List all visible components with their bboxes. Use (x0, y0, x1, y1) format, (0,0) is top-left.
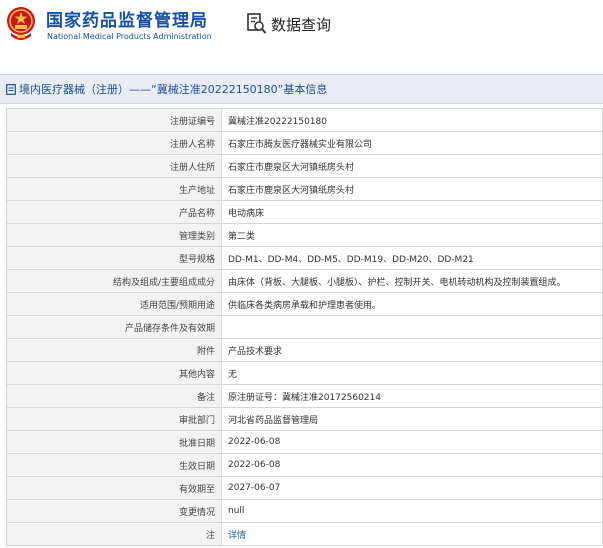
field-label: 有效期至 (6, 476, 222, 500)
field-value: 石家庄市腾友医疗器械实业有限公司 (221, 131, 603, 155)
national-emblem-icon (7, 7, 35, 40)
table-row: 批准日期 2022-06-08 (6, 430, 603, 454)
field-value: 无 (221, 361, 603, 385)
field-value: 详情 (221, 522, 603, 546)
table-row: 其他内容 无 (6, 361, 603, 385)
table-row: 备注 原注册证号：冀械注准20172560214 (6, 384, 603, 408)
field-label: 注册证编号 (6, 108, 222, 132)
field-value: 河北省药品监督管理局 (221, 407, 603, 431)
page-title: 境内医疗器械（注册）——“冀械注准20222150180”基本信息 (19, 83, 328, 96)
field-label: 注 (6, 522, 222, 546)
field-value: 石家庄市鹿泉区大河镇纸房头村 (221, 154, 603, 178)
field-label: 产品储存条件及有效期 (6, 315, 222, 339)
record-title-bar: 境内医疗器械（注册）——“冀械注准20222150180”基本信息 (0, 74, 603, 104)
field-value: DD-M1、DD-M4、DD-M5、DD-M19、DD-M20、DD-M21 (221, 246, 603, 270)
field-label: 生产地址 (6, 177, 222, 201)
field-label: 适用范围/预期用途 (6, 292, 222, 316)
field-value: 原注册证号：冀械注准20172560214 (221, 384, 603, 408)
field-label: 生效日期 (6, 453, 222, 477)
table-row: 管理类别 第二类 (6, 223, 603, 247)
field-label: 产品名称 (6, 200, 222, 224)
table-row: 注册人住所 石家庄市鹿泉区大河镇纸房头村 (6, 154, 603, 178)
field-label: 注册人住所 (6, 154, 222, 178)
table-row: 适用范围/预期用途 供临床各类病房承载和护理患者使用。 (6, 292, 603, 316)
table-row: 产品储存条件及有效期 (6, 315, 603, 339)
field-label: 其他内容 (6, 361, 222, 385)
field-value: 电动病床 (221, 200, 603, 224)
field-label: 注册人名称 (6, 131, 222, 155)
table-row: 注 详情 (6, 522, 603, 546)
table-row: 结构及组成/主要组成成分 由床体（背板、大腿板、小腿板）、护栏、控制开关、电机转… (6, 269, 603, 293)
table-row: 变更情况 null (6, 499, 603, 523)
details-link[interactable]: 详情 (228, 531, 246, 541)
table-row: 注册人名称 石家庄市腾友医疗器械实业有限公司 (6, 131, 603, 155)
field-value: 石家庄市鹿泉区大河镇纸房头村 (221, 177, 603, 201)
table-row: 审批部门 河北省药品监督管理局 (6, 407, 603, 431)
site-header: 国家药品监督管理局 National Medical Products Admi… (0, 0, 603, 48)
field-value: 第二类 (221, 223, 603, 247)
table-row: 注册证编号 冀械注准20222150180 (6, 108, 603, 132)
device-info-table: 注册证编号 冀械注准20222150180 注册人名称 石家庄市腾友医疗器械实业… (6, 108, 603, 546)
field-value: 供临床各类病房承载和护理患者使用。 (221, 292, 603, 316)
table-row: 产品名称 电动病床 (6, 200, 603, 224)
table-row: 生效日期 2022-06-08 (6, 453, 603, 477)
table-row: 附件 产品技术要求 (6, 338, 603, 362)
agency-name-cn: 国家药品监督管理局 (46, 11, 208, 31)
field-value: 2022-06-08 (221, 430, 603, 454)
data-query-link[interactable]: 数据查询 (247, 12, 331, 36)
table-row: 有效期至 2027-06-07 (6, 476, 603, 500)
field-label: 型号规格 (6, 246, 222, 270)
table-row: 型号规格 DD-M1、DD-M4、DD-M5、DD-M19、DD-M20、DD-… (6, 246, 603, 270)
field-value: 冀械注准20222150180 (221, 108, 603, 132)
document-search-icon (247, 13, 267, 34)
table-row: 生产地址 石家庄市鹿泉区大河镇纸房头村 (6, 177, 603, 201)
data-query-label: 数据查询 (271, 15, 332, 34)
field-label: 批准日期 (6, 430, 222, 454)
field-label: 审批部门 (6, 407, 222, 431)
field-value: 2022-06-08 (221, 453, 603, 477)
document-icon (6, 83, 16, 95)
field-label: 变更情况 (6, 499, 222, 523)
field-label: 附件 (6, 338, 222, 362)
field-value: 产品技术要求 (221, 338, 603, 362)
field-value: 2027-06-07 (221, 476, 603, 500)
field-value: null (221, 499, 603, 523)
field-label: 结构及组成/主要组成成分 (6, 269, 222, 293)
field-label: 管理类别 (6, 223, 222, 247)
field-label: 备注 (6, 384, 222, 408)
field-value: 由床体（背板、大腿板、小腿板）、护栏、控制开关、电机转动机构及控制装置组成。 (221, 269, 603, 293)
agency-name-en: National Medical Products Administration (47, 32, 212, 41)
field-value (221, 315, 603, 339)
